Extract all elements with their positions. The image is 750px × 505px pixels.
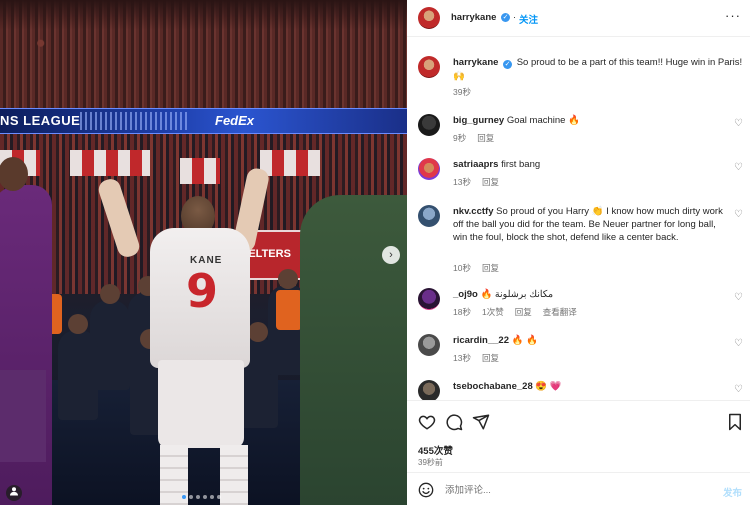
commenter-username[interactable]: _oj9o [453,289,478,300]
comment-bubble-icon[interactable] [445,413,463,431]
led-sponsor-text: FedEx [215,113,255,128]
post-photo[interactable]: NS LEAGUE FedEx SELTERS KANE 9 › [0,0,407,505]
reply-button[interactable]: 回复 [477,132,494,144]
comment-time: 10秒 [453,263,471,273]
comment-text: So proud of you Harry 👏 I know how much … [453,206,723,243]
commenter-avatar[interactable] [418,205,440,227]
reply-button[interactable]: 回复 [482,262,499,274]
post-details-panel: harrykane ✓ · 关注 ··· harrykane ✓ So prou… [407,0,750,505]
comment-text: 😍 💗 [535,381,562,392]
carousel-dot [210,495,214,499]
flag [180,158,220,184]
comment-text: 🔥 مكانك برشلونة [480,289,554,300]
like-comment-icon[interactable]: ♡ [734,118,743,129]
like-comment-icon[interactable]: ♡ [734,292,743,303]
author-username[interactable]: harrykane [451,12,496,23]
comment-time: 18秒 [453,307,471,317]
commenter-username[interactable]: nkv.cctfy [453,206,493,217]
carousel-dot [196,495,200,499]
commenter-username[interactable]: tsebochabane_28 [453,381,533,392]
commenter-username[interactable]: ricardin__22 [453,335,509,346]
like-heart-icon[interactable] [418,413,436,431]
reply-button[interactable]: 回复 [515,306,532,318]
emoji-icon[interactable] [418,482,434,498]
next-image-button[interactable]: › [382,246,400,264]
comment-likes-count[interactable]: 1次赞 [482,306,504,318]
commenter-avatar[interactable] [418,288,440,310]
flag [260,150,320,176]
comment-time: 13秒 [453,353,471,363]
more-options-icon[interactable]: ··· [725,8,741,23]
carousel-dot [203,495,207,499]
comments-list[interactable]: harrykane ✓ So proud to be a part of thi… [407,38,750,400]
reply-button[interactable]: 回复 [482,176,499,188]
comment-text: Goal machine 🔥 [506,115,580,126]
author-avatar[interactable] [418,56,440,78]
carousel-dot [189,495,193,499]
comment-input[interactable] [445,480,695,500]
carousel-dots [182,495,221,499]
author-avatar[interactable] [418,7,440,29]
commenter-username[interactable]: satriaaprs [453,159,498,170]
follow-button[interactable]: 关注 [519,12,538,26]
like-comment-icon[interactable]: ♡ [734,209,743,220]
like-comment-icon[interactable]: ♡ [734,162,743,173]
commenter-avatar[interactable] [418,380,440,400]
commenter-avatar[interactable] [418,114,440,136]
commenter-avatar[interactable] [418,158,440,180]
led-left-text: NS LEAGUE [0,113,81,128]
comment-text: first bang [501,159,541,170]
carousel-dot [217,495,221,499]
like-comment-icon[interactable]: ♡ [734,384,743,395]
comment-text: 🔥 🔥 [511,335,538,346]
caption-username[interactable]: harrykane [453,57,498,68]
bookmark-save-icon[interactable] [726,413,744,431]
verified-badge-icon: ✓ [501,13,510,22]
led-advertising-board: NS LEAGUE FedEx [0,108,407,134]
flag [70,150,150,176]
foreground-fan [300,195,407,505]
shirt-number: 9 [186,264,219,318]
post-actions: 455次赞 39秒前 [407,400,750,472]
see-translation-button[interactable]: 查看翻译 [543,306,577,318]
carousel-dot [182,495,186,499]
reply-button[interactable]: 回复 [482,352,499,364]
caption-time: 39秒 [453,87,471,97]
comment-time: 13秒 [453,177,471,187]
commenter-avatar[interactable] [418,334,440,356]
post-comment-button[interactable]: 发布 [723,485,742,499]
like-comment-icon[interactable]: ♡ [734,338,743,349]
steward-vest [276,290,302,330]
likes-count[interactable]: 455次赞 [418,443,453,457]
photographer [58,314,98,420]
tagged-users-icon[interactable] [6,485,22,501]
share-send-icon[interactable] [472,413,490,431]
post-timestamp: 39秒前 [418,458,443,467]
verified-badge-icon: ✓ [503,60,513,69]
post-header: harrykane ✓ · 关注 ··· [407,0,750,37]
player-shorts [158,360,244,448]
add-comment-bar: 发布 [407,472,750,505]
comment-time: 9秒 [453,133,467,143]
crowd-background [0,0,407,108]
commenter-username[interactable]: big_gurney [453,115,504,126]
